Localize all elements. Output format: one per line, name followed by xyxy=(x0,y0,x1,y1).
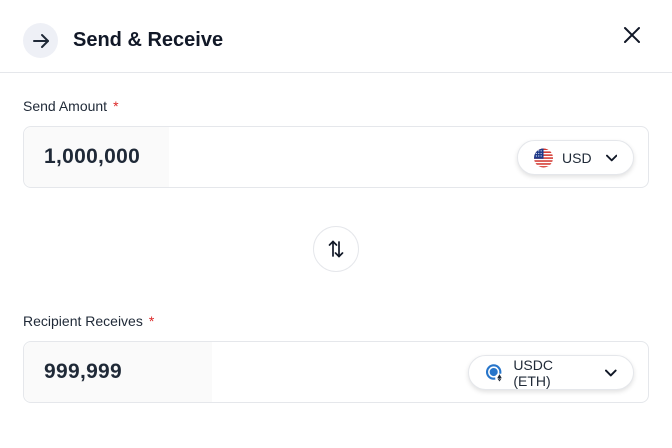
dialog-title: Send & Receive xyxy=(73,29,224,51)
receive-currency-select[interactable]: USDC (ETH) xyxy=(468,355,634,390)
receive-currency-label: USDC (ETH) xyxy=(513,356,553,389)
chevron-down-icon xyxy=(605,369,618,376)
send-amount-field: 1,000,000 USD xyxy=(23,126,649,188)
close-button[interactable] xyxy=(619,22,645,48)
chevron-down-icon xyxy=(605,154,617,161)
usdc-eth-icon xyxy=(485,363,504,382)
send-currency-select[interactable]: USD xyxy=(517,140,634,175)
close-icon xyxy=(624,27,640,43)
arrow-right-icon xyxy=(23,23,58,58)
recipient-amount-input[interactable]: 999,999 xyxy=(24,342,212,402)
dialog-header: Send & Receive xyxy=(0,0,672,73)
send-amount-input[interactable]: 1,000,000 xyxy=(24,127,169,187)
required-marker: * xyxy=(113,98,119,114)
send-currency-label: USD xyxy=(562,149,592,166)
required-marker: * xyxy=(148,313,155,329)
recipient-receives-field: 999,999 USDC (ETH) xyxy=(23,341,649,403)
recipient-receives-label: Recipient Receives * xyxy=(23,313,155,329)
us-flag-icon xyxy=(534,147,554,168)
swap-vertical-icon xyxy=(328,240,344,258)
swap-button[interactable] xyxy=(313,226,359,272)
send-amount-label: Send Amount * xyxy=(23,98,119,114)
